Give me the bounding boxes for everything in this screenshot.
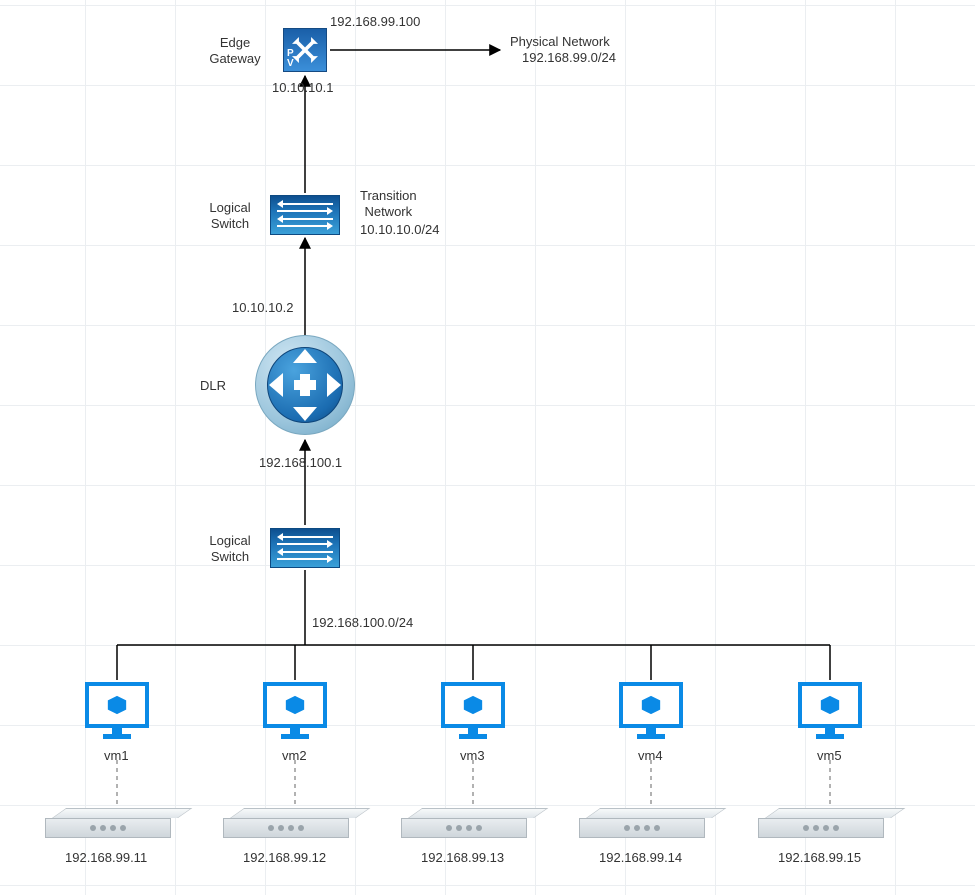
edge-gateway-label: Edge Gateway (200, 35, 270, 68)
host-icon (401, 808, 527, 838)
edge-gateway-icon: PV (283, 28, 327, 72)
host-ip: 192.168.99.11 (65, 850, 147, 866)
vm-switch-label: Logical Switch (200, 533, 260, 566)
dlr-router-icon (255, 335, 355, 435)
dlr-label: DLR (200, 378, 226, 394)
host-icon (758, 808, 884, 838)
vm-subnet-label: 192.168.100.0/24 (312, 615, 413, 631)
vm-icon (798, 682, 862, 740)
vm-icon (441, 682, 505, 740)
vm-icon (85, 682, 149, 740)
dlr-downlink-ip: 192.168.100.1 (259, 455, 342, 471)
vm-name: vm2 (282, 748, 307, 764)
dlr-uplink-ip: 10.10.10.2 (232, 300, 293, 316)
host-ip: 192.168.99.12 (243, 850, 326, 866)
edge-outside-ip: 192.168.99.100 (330, 14, 420, 30)
physical-network-subnet: 192.168.99.0/24 (522, 50, 616, 66)
edge-inside-ip: 10.10.10.1 (272, 80, 333, 96)
vm-name: vm4 (638, 748, 663, 764)
transition-switch-icon (270, 195, 340, 235)
transition-switch-label: Logical Switch (200, 200, 260, 233)
transition-network-subnet: 10.10.10.0/24 (360, 222, 440, 238)
host-ip: 192.168.99.13 (421, 850, 504, 866)
host-icon (45, 808, 171, 838)
vm-name: vm3 (460, 748, 485, 764)
vm-icon (619, 682, 683, 740)
vm-icon (263, 682, 327, 740)
transition-network-label: Transition Network (360, 188, 417, 221)
vm-name: vm5 (817, 748, 842, 764)
vm-switch-icon (270, 528, 340, 568)
host-ip: 192.168.99.15 (778, 850, 861, 866)
host-icon (223, 808, 349, 838)
host-ip: 192.168.99.14 (599, 850, 682, 866)
vm-name: vm1 (104, 748, 129, 764)
physical-network-label: Physical Network (510, 34, 610, 50)
host-icon (579, 808, 705, 838)
diagram-canvas: Edge Gateway PV 192.168.99.100 10.10.10.… (0, 0, 975, 895)
